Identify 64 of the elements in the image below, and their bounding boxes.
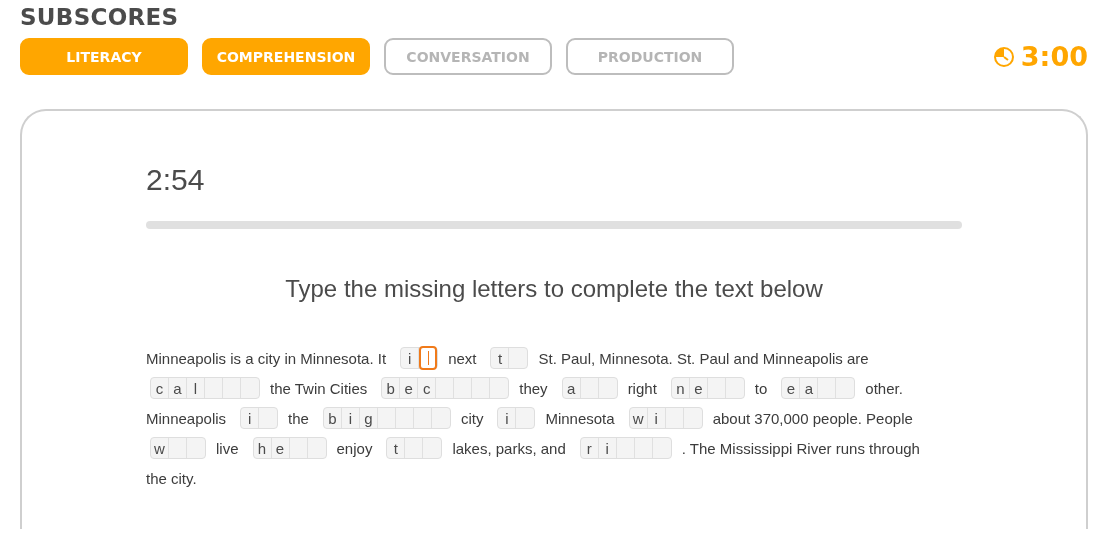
letter-cell: e: [782, 378, 801, 398]
instruction-text: Type the missing letters to complete the text below: [284, 275, 824, 303]
letter-input[interactable]: [419, 346, 438, 370]
word-blank[interactable]: i: [240, 407, 279, 429]
letter-cell: w: [629, 408, 648, 428]
passage-text: the: [288, 409, 309, 427]
page-heading: SUBSCORES: [20, 4, 180, 30]
timer-icon: [992, 45, 1015, 68]
word-blank[interactable]: a: [561, 377, 618, 399]
passage-text: Minnesota: [545, 409, 615, 427]
letter-cell: a: [169, 378, 187, 398]
passage-text: next: [448, 349, 477, 367]
letter-cell: a: [562, 378, 581, 398]
passage-text: about 370,000 people. People: [712, 409, 913, 427]
word-blank[interactable]: b i g: [322, 407, 451, 429]
passage-text: Minneapolis: [146, 409, 227, 427]
word-blank[interactable]: r i: [579, 437, 672, 459]
word-blank[interactable]: w i: [628, 407, 703, 429]
passage-text: the Twin Cities: [270, 379, 368, 397]
word-blank[interactable]: t: [386, 437, 443, 459]
letter-cell: a: [800, 378, 819, 398]
word-blank[interactable]: w: [150, 437, 206, 459]
passage-text: the city.: [146, 469, 197, 487]
passage-text: they: [519, 379, 548, 397]
letter-cell: w: [151, 438, 169, 458]
letter-cell: t: [387, 438, 406, 458]
letter-cell: b: [382, 378, 401, 398]
letter-cell: c: [418, 378, 437, 398]
letter-cell: i: [598, 438, 617, 458]
passage-text: Minneapolis is a city in Minnesota. It: [146, 349, 387, 367]
letter-cell: e: [689, 378, 708, 398]
word-blank[interactable]: c a l: [150, 377, 260, 399]
passage-text: live: [216, 439, 239, 457]
word-blank[interactable]: b e c: [381, 377, 510, 399]
total-timer: 3:00: [1020, 41, 1088, 72]
letter-cell: c: [151, 378, 169, 398]
letter-cell: i: [647, 408, 666, 428]
letter-cell: l: [187, 378, 205, 398]
letter-cell: r: [580, 438, 599, 458]
passage-text: other.: [865, 379, 903, 397]
word-blank[interactable]: n e: [670, 377, 745, 399]
word-blank[interactable]: i: [400, 347, 439, 369]
passage-text: lakes, parks, and: [452, 439, 566, 457]
letter-cell: e: [400, 378, 419, 398]
word-blank[interactable]: e a: [781, 377, 856, 399]
letter-cell: i: [498, 408, 517, 428]
letter-cell: b: [323, 408, 342, 428]
word-blank[interactable]: t: [490, 347, 529, 369]
passage-text: right: [627, 379, 657, 397]
letter-cell: i: [341, 408, 360, 428]
passage-text: enjoy: [336, 439, 373, 457]
letter-cell: e: [271, 438, 290, 458]
question-timer: 2:54: [146, 163, 206, 197]
word-blank[interactable]: h e: [252, 437, 327, 459]
word-blank[interactable]: i: [497, 407, 536, 429]
letter-cell: i: [241, 408, 260, 428]
passage-text: to: [754, 379, 768, 397]
letter-cell: h: [253, 438, 272, 458]
letter-cell: t: [491, 348, 510, 368]
passage-text: St. Paul, Minnesota. St. Paul and Minneapolis are: [538, 349, 869, 367]
passage-text: city: [460, 409, 484, 427]
letter-cell: n: [671, 378, 690, 398]
passage-text: . The Mississippi River runs through: [681, 439, 920, 457]
letter-cell: g: [359, 408, 378, 428]
